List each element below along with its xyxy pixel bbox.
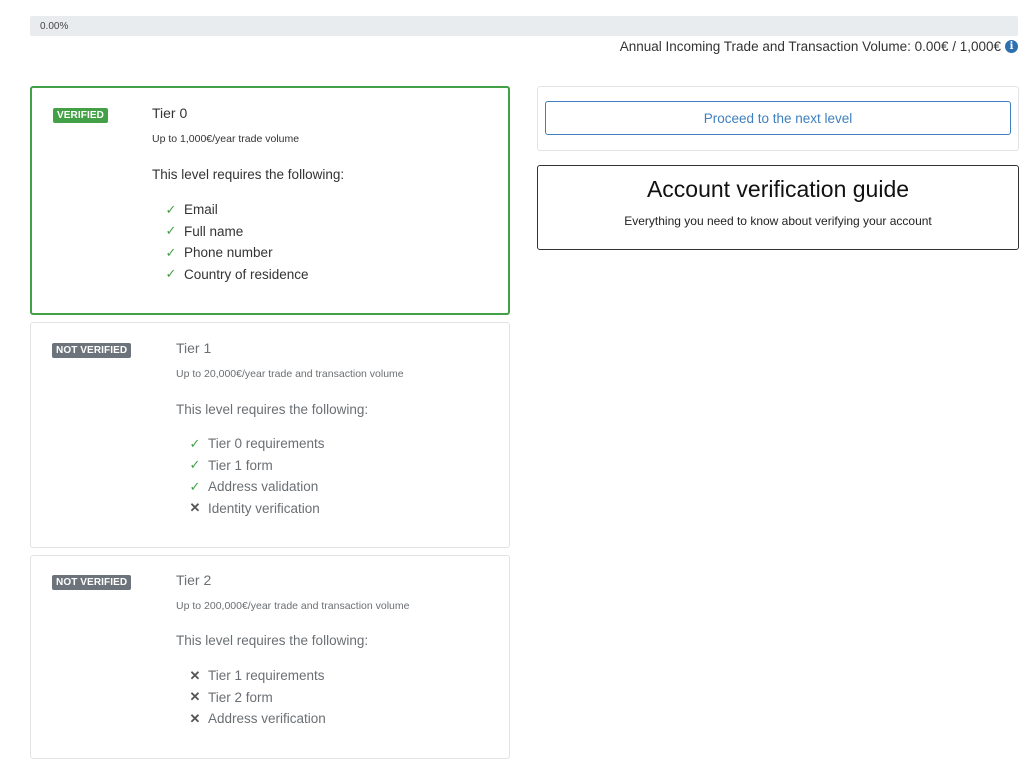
requirement-label: Full name [184,223,244,239]
check-icon: ✓ [189,435,201,451]
cross-icon: ✕ [189,667,201,683]
list-item: ✓ Tier 0 requirements [189,433,325,455]
tier-subtitle: Up to 20,000€/year trade and transaction… [176,368,404,380]
tier-title: Tier 2 [176,572,212,588]
tier-requirements-heading: This level requires the following: [176,402,369,417]
annual-volume-summary: Annual Incoming Trade and Transaction Vo… [620,39,1018,54]
info-icon[interactable]: i [1005,40,1018,53]
next-level-card: Proceed to the next level [537,86,1019,151]
list-item: ✕ Identity verification [189,498,325,520]
tier-card-1: NOT VERIFIED Tier 1 Up to 20,000€/year t… [30,322,510,548]
list-item: ✓ Country of residence [165,264,309,286]
cross-icon: ✕ [189,689,201,705]
requirement-label: Country of residence [184,266,309,282]
guide-title: Account verification guide [646,176,910,202]
tier-requirements-heading: This level requires the following: [176,633,369,648]
check-icon: ✓ [165,266,177,282]
requirement-label: Tier 1 form [208,457,273,473]
requirement-label: Address verification [208,711,326,727]
cross-icon: ✕ [189,710,201,726]
list-item: ✓ Address validation [189,476,325,498]
account-verification-guide-card[interactable]: Account verification guide Everything yo… [537,165,1019,250]
tier-card-0: VERIFIED Tier 0 Up to 1,000€/year trade … [30,86,510,315]
check-icon: ✓ [189,457,201,473]
proceed-next-level-button[interactable]: Proceed to the next level [545,101,1011,135]
tier-subtitle: Up to 1,000€/year trade volume [152,133,300,145]
tier-card-2: NOT VERIFIED Tier 2 Up to 200,000€/year … [30,555,510,759]
list-item: ✓ Tier 1 form [189,455,325,477]
tier-title: Tier 1 [176,340,212,356]
check-icon: ✓ [165,223,177,239]
requirement-label: Address validation [208,479,319,495]
tier-subtitle: Up to 200,000€/year trade and transactio… [176,600,410,612]
requirement-label: Phone number [184,245,273,261]
list-item: ✓ Phone number [165,242,309,264]
annual-volume-text: Annual Incoming Trade and Transaction Vo… [619,39,1001,54]
list-item: ✕ Tier 2 form [189,687,326,709]
requirements-list: ✓ Tier 0 requirements ✓ Tier 1 form ✓ Addre… [189,433,325,519]
requirement-label: Tier 2 form [208,689,273,705]
tier-requirements-heading: This level requires the following: [152,167,345,182]
check-icon: ✓ [165,201,177,217]
progress-label: 0.00% [40,21,69,32]
list-item: ✕ Tier 1 requirements [189,665,326,687]
guide-subtitle: Everything you need to know about verify… [624,214,932,228]
check-icon: ✓ [189,478,201,494]
trade-volume-progress-bar: 0.00% [30,16,1018,36]
list-item: ✓ Email [165,199,309,221]
status-badge-not-verified: NOT VERIFIED [52,575,132,590]
requirements-list: ✕ Tier 1 requirements ✕ Tier 2 form ✕ Addre… [189,665,326,730]
cross-icon: ✕ [189,500,201,516]
requirement-label: Tier 0 requirements [208,436,325,452]
requirement-label: Identity verification [208,500,320,516]
list-item: ✓ Full name [165,221,309,243]
list-item: ✕ Address verification [189,708,326,730]
tier-title: Tier 0 [152,105,188,121]
check-icon: ✓ [165,244,177,260]
status-badge-not-verified: NOT VERIFIED [52,343,132,358]
status-badge-verified: VERIFIED [53,108,108,123]
requirement-label: Email [184,202,218,218]
requirements-list: ✓ Email ✓ Full name ✓ Phone number ✓ Country… [165,199,309,285]
requirement-label: Tier 1 requirements [208,668,325,684]
